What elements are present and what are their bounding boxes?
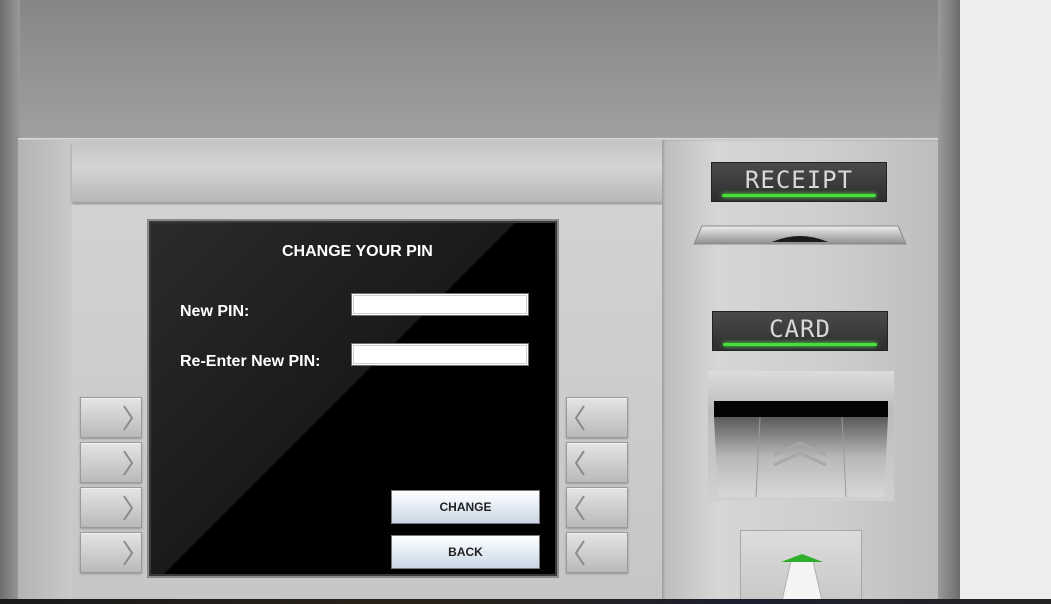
left-side-key-4[interactable] [80,532,142,573]
receipt-label: RECEIPT [744,166,854,194]
new-pin-label: New PIN: [180,303,250,320]
chevron-left-icon [574,495,585,521]
atm-left-wall [0,0,20,604]
reenter-pin-input[interactable] [351,343,529,366]
receipt-indicator-light [722,194,876,197]
window-bottom-edge [0,599,1051,604]
back-button[interactable]: BACK [391,535,540,569]
atm-machine: CHANGE YOUR PIN New PIN: Re-Enter New PI… [0,0,960,604]
right-side-key-4[interactable] [566,532,628,573]
right-side-key-1[interactable] [566,397,628,438]
card-label: CARD [769,315,831,343]
atm-left-column [18,140,72,604]
left-side-key-2[interactable] [80,442,142,483]
right-side-key-2[interactable] [566,442,628,483]
chevron-right-icon [123,540,134,566]
cash-dispenser-slot[interactable] [740,530,862,604]
chevron-right-icon [123,495,134,521]
chevron-right-icon [123,450,134,476]
chevron-left-icon [574,405,585,431]
card-label-plate: CARD [712,311,888,351]
green-triangle-indicator-icon [780,554,824,604]
screen-title: CHANGE YOUR PIN [282,243,433,260]
atm-right-wall [938,0,960,604]
card-reader-slot[interactable] [708,371,894,501]
atm-hood-inner [18,0,940,140]
left-side-key-3[interactable] [80,487,142,528]
reenter-pin-label: Re-Enter New PIN: [180,353,321,370]
chevron-left-icon [574,540,585,566]
screen-visor [72,142,662,202]
change-button[interactable]: CHANGE [391,490,540,524]
right-side-key-3[interactable] [566,487,628,528]
card-indicator-light [723,343,877,346]
chevron-right-icon [123,405,134,431]
left-side-key-1[interactable] [80,397,142,438]
receipt-label-plate: RECEIPT [711,162,887,202]
new-pin-input[interactable] [351,293,529,316]
chevron-left-icon [574,450,585,476]
receipt-slot [693,225,907,245]
atm-screen: CHANGE YOUR PIN New PIN: Re-Enter New PI… [149,221,557,576]
